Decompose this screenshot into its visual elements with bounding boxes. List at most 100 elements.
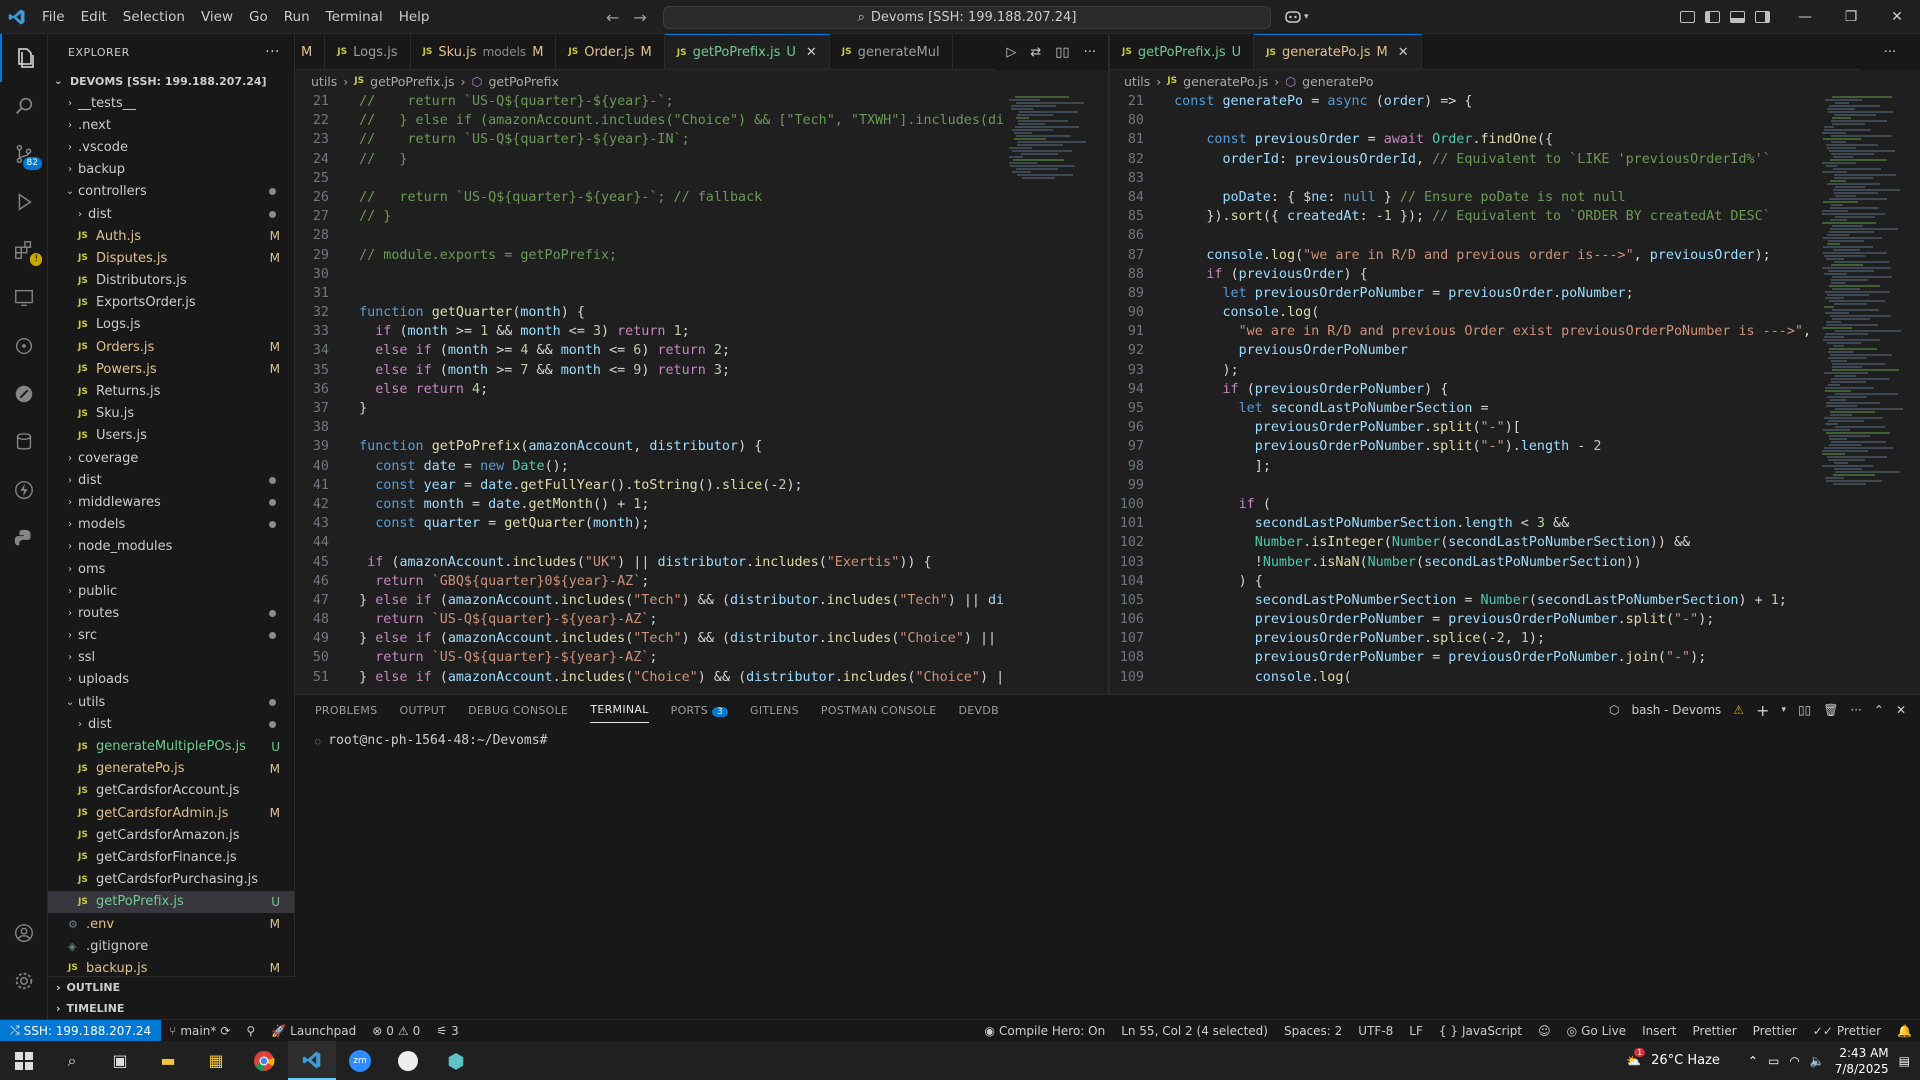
explorer-icon[interactable] <box>0 34 48 82</box>
trash-icon[interactable]: 🗑 <box>1823 703 1838 717</box>
code-line[interactable]: 81 const previousOrder = await Order.fin… <box>1110 132 1816 151</box>
left-minimap[interactable] <box>1003 92 1108 694</box>
code-line[interactable]: 89 let previousOrderPoNumber = previousO… <box>1110 286 1816 305</box>
tree-item[interactable]: JS ExportsOrder.js <box>48 292 294 314</box>
tree-item[interactable]: ⚙ .env M <box>48 913 294 935</box>
remote-explorer-icon[interactable] <box>0 274 48 322</box>
tree-item[interactable]: JS Users.js <box>48 425 294 447</box>
code-line[interactable]: 23 // return `US-Q${quarter}-${year}-IN`… <box>295 132 1003 151</box>
split-terminal-icon[interactable]: ▯▯ <box>1798 703 1811 717</box>
code-line[interactable]: 41 const year = date.getFullYear().toStr… <box>295 478 1003 497</box>
outline-section[interactable]: › OUTLINE <box>48 977 295 998</box>
chrome-icon[interactable] <box>240 1041 288 1080</box>
cursor-position[interactable]: Ln 55, Col 2 (4 selected) <box>1113 1024 1276 1038</box>
code-line[interactable]: 44 <box>295 535 1003 554</box>
code-line[interactable]: 24 // } <box>295 152 1003 171</box>
notifications-bell-icon[interactable]: 🔔 <box>1889 1024 1920 1038</box>
insert-mode[interactable]: Insert <box>1634 1024 1684 1038</box>
tree-item[interactable]: › dist <box>48 203 294 225</box>
breadcrumb-item[interactable]: generatePo <box>1302 74 1373 89</box>
tree-item[interactable]: JS Powers.js M <box>48 358 294 380</box>
golive-status[interactable]: ◎ Go Live <box>1559 1024 1634 1038</box>
code-line[interactable]: 91 "we are in R/D and previous Order exi… <box>1110 324 1816 343</box>
forward-arrow-icon[interactable]: → <box>633 8 646 27</box>
tree-item[interactable]: JS getCardsforFinance.js <box>48 846 294 868</box>
editor-tab[interactable]: M <box>295 34 326 69</box>
code-line[interactable]: 82 orderId: previousOrderId, // Equivale… <box>1110 152 1816 171</box>
code-line[interactable]: 83 <box>1110 171 1816 190</box>
code-line[interactable]: 86 <box>1110 228 1816 247</box>
run-icon[interactable]: ▷ <box>1006 45 1016 60</box>
code-line[interactable]: 100 if ( <box>1110 497 1816 516</box>
tree-item[interactable]: › .next <box>48 114 294 136</box>
gitlens-status[interactable]: ⚲ <box>238 1024 263 1038</box>
tree-item[interactable]: JS Disputes.js M <box>48 247 294 269</box>
code-line[interactable]: 97 previousOrderPoNumber.split("-").leng… <box>1110 439 1816 458</box>
menu-run[interactable]: Run <box>276 0 318 34</box>
volume-icon[interactable]: 🔈 <box>1810 1054 1825 1068</box>
terminal-name[interactable]: bash - Devoms <box>1631 703 1721 717</box>
code-line[interactable]: 39 function getPoPrefix(amazonAccount, d… <box>295 439 1003 458</box>
code-line[interactable]: 38 <box>295 420 1003 439</box>
tree-item[interactable]: JS getCardsforAmazon.js <box>48 824 294 846</box>
file-explorer-icon[interactable]: ▬ <box>144 1041 192 1080</box>
zoom-icon[interactable]: zm <box>336 1041 384 1080</box>
code-line[interactable]: 92 previousOrderPoNumber <box>1110 343 1816 362</box>
code-line[interactable]: 35 else if (month >= 7 && month <= 9) re… <box>295 363 1003 382</box>
tree-item[interactable]: JS generatePo.js M <box>48 758 294 780</box>
panel-tab-problems[interactable]: PROBLEMS <box>315 704 377 717</box>
tree-item[interactable]: ⌄ controllers <box>48 181 294 203</box>
tree-item[interactable]: › .vscode <box>48 136 294 158</box>
prettier-status-2[interactable]: Prettier <box>1745 1024 1805 1038</box>
tree-item[interactable]: JS Orders.js M <box>48 336 294 358</box>
tree-item[interactable]: › middlewares <box>48 491 294 513</box>
python-icon[interactable] <box>0 514 48 562</box>
chevron-up-icon[interactable]: ⌃ <box>1748 1054 1758 1068</box>
code-line[interactable]: 47 } else if (amazonAccount.includes("Te… <box>295 593 1003 612</box>
menu-view[interactable]: View <box>193 0 241 34</box>
code-line[interactable]: 106 previousOrderPoNumber = previousOrde… <box>1110 612 1816 631</box>
restore-icon[interactable]: ❐ <box>1828 0 1874 34</box>
toggle-secondary-sidebar-icon[interactable] <box>1755 11 1770 23</box>
code-line[interactable]: 28 <box>295 228 1003 247</box>
left-code-editor[interactable]: 21 // return `US-Q${quarter}-${year}-`; 2… <box>295 92 1003 694</box>
code-line[interactable]: 87 console.log("we are in R/D and previo… <box>1110 248 1816 267</box>
tree-item[interactable]: › models <box>48 514 294 536</box>
postman-icon[interactable] <box>0 370 48 418</box>
code-line[interactable]: 80 <box>1110 113 1816 132</box>
tree-item[interactable]: JS Returns.js <box>48 380 294 402</box>
weather-text[interactable]: 26°C Haze <box>1651 1053 1720 1068</box>
editor-tab[interactable]: JS getPoPrefix.js U ✕ <box>664 34 830 69</box>
vscode-taskbar-icon[interactable] <box>288 1041 336 1080</box>
code-line[interactable]: 96 previousOrderPoNumber.split("-")[ <box>1110 420 1816 439</box>
compare-changes-icon[interactable]: ⇄ <box>1030 45 1041 60</box>
code-line[interactable]: 30 <box>295 267 1003 286</box>
panel-tab-gitlens[interactable]: GITLENS <box>750 704 799 717</box>
editor-tab[interactable]: JS generateMul <box>830 34 953 69</box>
tree-item[interactable]: ⌄ utils <box>48 691 294 713</box>
taskbar-search-icon[interactable]: ⌕ <box>48 1041 96 1080</box>
back-arrow-icon[interactable]: ← <box>606 8 619 27</box>
wifi-icon[interactable]: ◠ <box>1789 1054 1799 1068</box>
code-line[interactable]: 98 ]; <box>1110 459 1816 478</box>
right-code-editor[interactable]: 21 const generatePo = async (order) => {… <box>1110 92 1816 694</box>
code-line[interactable]: 105 secondLastPoNumberSection = Number(s… <box>1110 593 1816 612</box>
code-line[interactable]: 31 <box>295 286 1003 305</box>
store-icon[interactable]: ▦ <box>192 1041 240 1080</box>
problems-status[interactable]: ⊗ 0 ⚠ 0 <box>364 1024 428 1038</box>
menu-go[interactable]: Go <box>241 0 276 34</box>
tree-item[interactable]: › public <box>48 580 294 602</box>
code-line[interactable]: 108 previousOrderPoNumber = previousOrde… <box>1110 650 1816 669</box>
tree-item[interactable]: JS getCardsforAccount.js <box>48 780 294 802</box>
split-editor-icon[interactable]: ▯▯ <box>1055 45 1069 60</box>
code-line[interactable]: 90 console.log( <box>1110 305 1816 324</box>
tree-item[interactable]: › ssl <box>48 647 294 669</box>
tree-item[interactable]: › routes <box>48 602 294 624</box>
code-line[interactable]: 104 ) { <box>1110 574 1816 593</box>
code-line[interactable]: 93 ); <box>1110 363 1816 382</box>
breadcrumb-item[interactable]: utils <box>1124 74 1150 89</box>
code-line[interactable]: 99 <box>1110 478 1816 497</box>
windows-start-icon[interactable] <box>0 1041 48 1080</box>
ports-status[interactable]: ⚟ 3 <box>428 1024 466 1038</box>
notification-center-icon[interactable]: ▤ <box>1899 1054 1910 1068</box>
